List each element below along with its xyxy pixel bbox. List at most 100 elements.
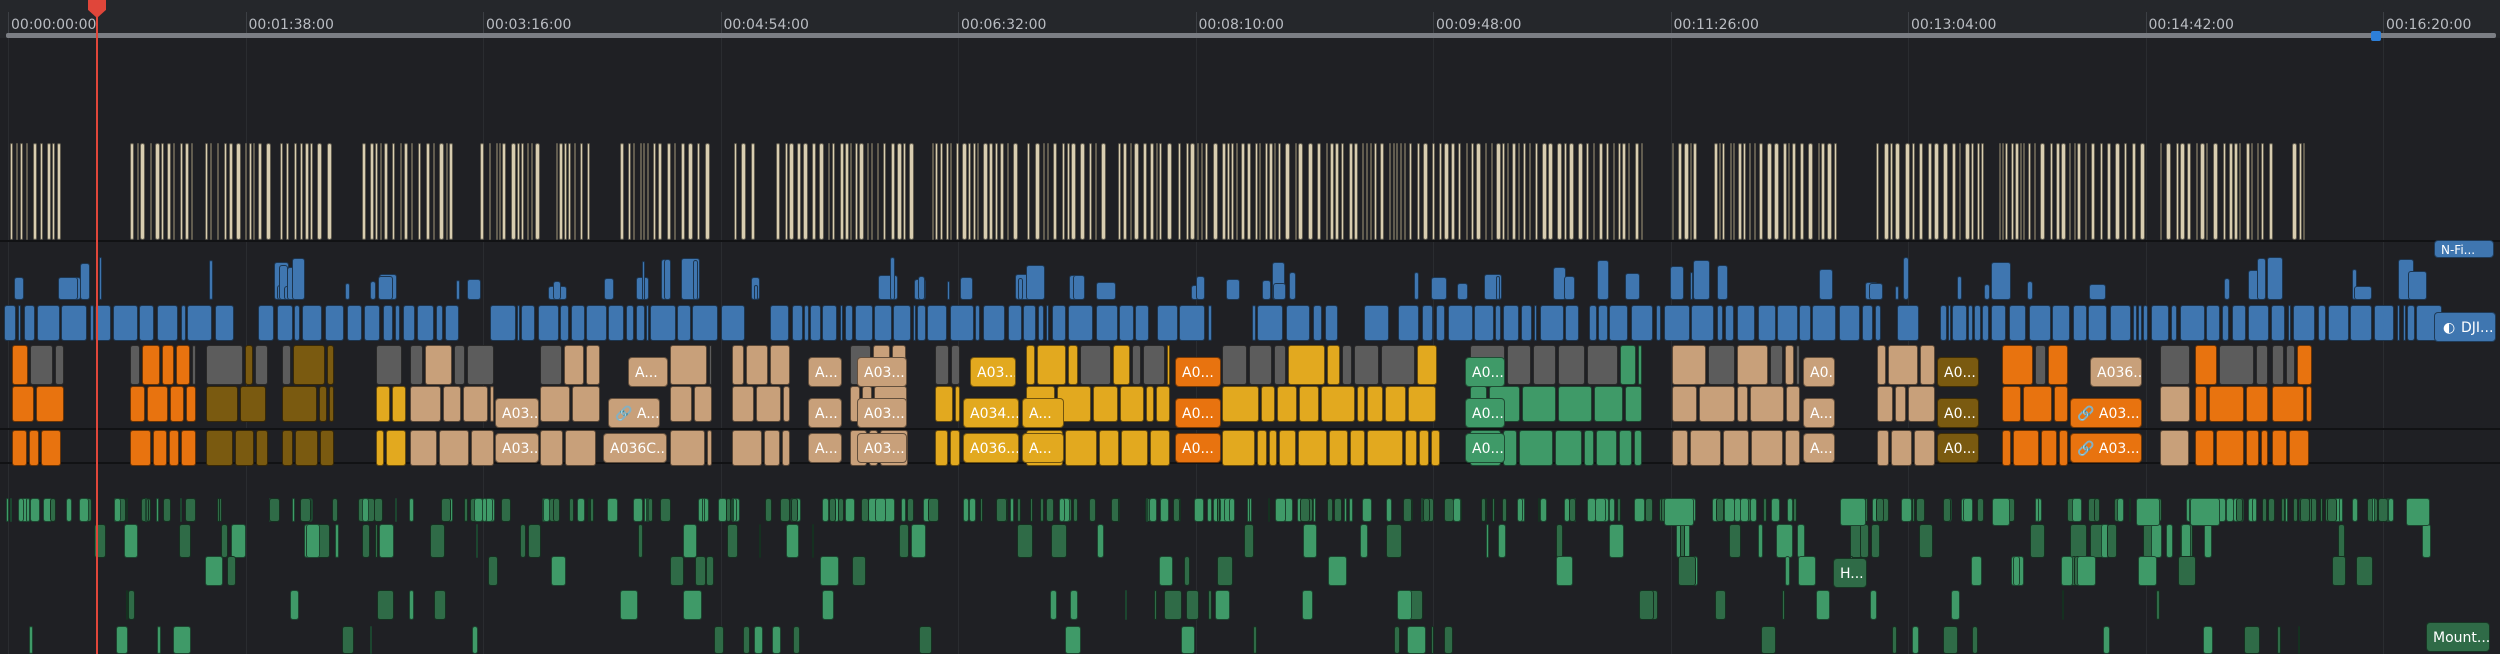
video-clip[interactable]: [521, 305, 535, 341]
subtitle-clip[interactable]: [1792, 143, 1796, 240]
video-clip[interactable]: [913, 305, 916, 341]
audio-clip[interactable]: [2136, 498, 2160, 526]
subtitle-clip[interactable]: [850, 143, 852, 240]
video-clip[interactable]: [1533, 345, 1556, 385]
audio-clip[interactable]: [50, 498, 57, 522]
subtitle-clip[interactable]: [2160, 143, 2162, 240]
video-clip[interactable]: [345, 283, 351, 300]
video-clip[interactable]: [1596, 260, 1609, 300]
video-clip[interactable]: [721, 305, 745, 341]
audio-clip[interactable]: [219, 498, 223, 522]
subtitle-clip[interactable]: [10, 143, 13, 240]
subtitle-clip[interactable]: [140, 143, 145, 240]
audio-clip[interactable]: [2355, 556, 2373, 586]
audio-clip[interactable]: [2034, 498, 2039, 522]
video-clip[interactable]: [1693, 260, 1711, 300]
audio-clip[interactable]: [1164, 590, 1183, 620]
audio-clip[interactable]: [1555, 524, 1563, 558]
audio-clip[interactable]: [996, 498, 1008, 522]
audio-clip[interactable]: [216, 498, 220, 522]
subtitle-clip[interactable]: [1507, 143, 1509, 240]
audio-clip[interactable]: [26, 498, 31, 522]
video-clip[interactable]: [376, 345, 402, 385]
subtitle-clip[interactable]: [205, 143, 208, 240]
subtitle-clip[interactable]: [173, 143, 175, 240]
audio-clip[interactable]: [2351, 498, 2358, 522]
subtitle-clip[interactable]: [2303, 143, 2305, 240]
subtitle-clip[interactable]: [1247, 143, 1251, 240]
subtitle-clip[interactable]: [1201, 143, 1203, 240]
subtitle-clip[interactable]: [877, 143, 879, 240]
subtitle-clip[interactable]: [1518, 143, 1520, 240]
audio-clip[interactable]: [1797, 524, 1806, 558]
audio-clip[interactable]: [501, 498, 512, 522]
audio-clip[interactable]: [619, 590, 638, 620]
audio-clip[interactable]: [683, 524, 698, 558]
subtitle-clip[interactable]: [1013, 143, 1018, 240]
audio-clip[interactable]: [180, 498, 183, 522]
video-clip[interactable]: [329, 386, 334, 422]
subtitle-clip[interactable]: [633, 143, 635, 240]
subtitle-clip[interactable]: [1374, 143, 1377, 240]
video-clip[interactable]: [1737, 345, 1768, 385]
video-clip[interactable]: [1408, 386, 1436, 422]
video-clip[interactable]: [1261, 386, 1275, 422]
subtitle-clip[interactable]: [1738, 143, 1742, 240]
video-clip[interactable]: [1357, 386, 1365, 422]
video-clip[interactable]: [1631, 305, 1653, 341]
subtitle-clip[interactable]: [903, 143, 906, 240]
video-clip[interactable]: [2350, 305, 2372, 341]
video-clip[interactable]: [445, 305, 459, 341]
subtitle-clip[interactable]: [940, 143, 943, 240]
audio-clip[interactable]: [1070, 590, 1079, 620]
audio-clip[interactable]: [1749, 498, 1757, 522]
video-clip[interactable]: [572, 386, 600, 422]
clip-b3[interactable]: A...: [808, 398, 842, 428]
video-clip[interactable]: [1940, 305, 1947, 341]
subtitle-clip[interactable]: [1143, 143, 1147, 240]
video-clip[interactable]: [1594, 386, 1623, 422]
audio-clip[interactable]: [861, 498, 870, 522]
subtitle-clip[interactable]: [1821, 143, 1825, 240]
subtitle-clip[interactable]: [1690, 143, 1692, 240]
video-clip[interactable]: [2222, 305, 2229, 341]
audio-clip[interactable]: [1359, 524, 1368, 558]
audio-clip[interactable]: [754, 626, 764, 654]
audio-clip[interactable]: [2293, 498, 2299, 522]
video-clip[interactable]: [181, 305, 186, 341]
subtitle-clip[interactable]: [932, 143, 934, 240]
subtitle-clip[interactable]: [167, 143, 171, 240]
subtitle-clip[interactable]: [1743, 143, 1746, 240]
video-clip[interactable]: [142, 345, 160, 385]
subtitle-clip[interactable]: [1491, 143, 1493, 240]
audio-clip[interactable]: [1816, 590, 1831, 620]
subtitle-clip[interactable]: [1618, 143, 1621, 240]
video-clip[interactable]: [983, 305, 1005, 341]
subtitle-clip[interactable]: [2069, 143, 2071, 240]
subtitle-clip[interactable]: [300, 143, 303, 240]
video-clip[interactable]: [2306, 386, 2312, 422]
subtitle-clip[interactable]: [1693, 143, 1697, 240]
video-clip[interactable]: [753, 285, 758, 300]
audio-clip[interactable]: [901, 498, 907, 522]
scrollbar-handle[interactable]: [2371, 31, 2381, 41]
video-clip[interactable]: [552, 281, 561, 300]
audio-clip[interactable]: [837, 498, 844, 522]
video-clip[interactable]: [770, 345, 790, 385]
clip-b11[interactable]: 🔗 A03...: [2070, 398, 2142, 428]
video-clip[interactable]: [410, 430, 437, 466]
audio-clip[interactable]: [2137, 556, 2157, 586]
video-clip[interactable]: [245, 345, 253, 385]
video-clip[interactable]: [1725, 305, 1734, 341]
video-clip[interactable]: [2267, 257, 2284, 300]
audio-clip[interactable]: [1763, 498, 1768, 522]
video-clip[interactable]: [1634, 430, 1642, 466]
video-clip[interactable]: [2248, 305, 2269, 341]
video-clip[interactable]: [206, 345, 243, 385]
audio-clip[interactable]: [1243, 524, 1254, 558]
subtitle-clip[interactable]: [2028, 143, 2031, 240]
video-clip[interactable]: [395, 305, 400, 341]
audio-clip[interactable]: [683, 590, 703, 620]
audio-clip[interactable]: [2261, 498, 2267, 522]
subtitle-clip[interactable]: [1308, 143, 1313, 240]
